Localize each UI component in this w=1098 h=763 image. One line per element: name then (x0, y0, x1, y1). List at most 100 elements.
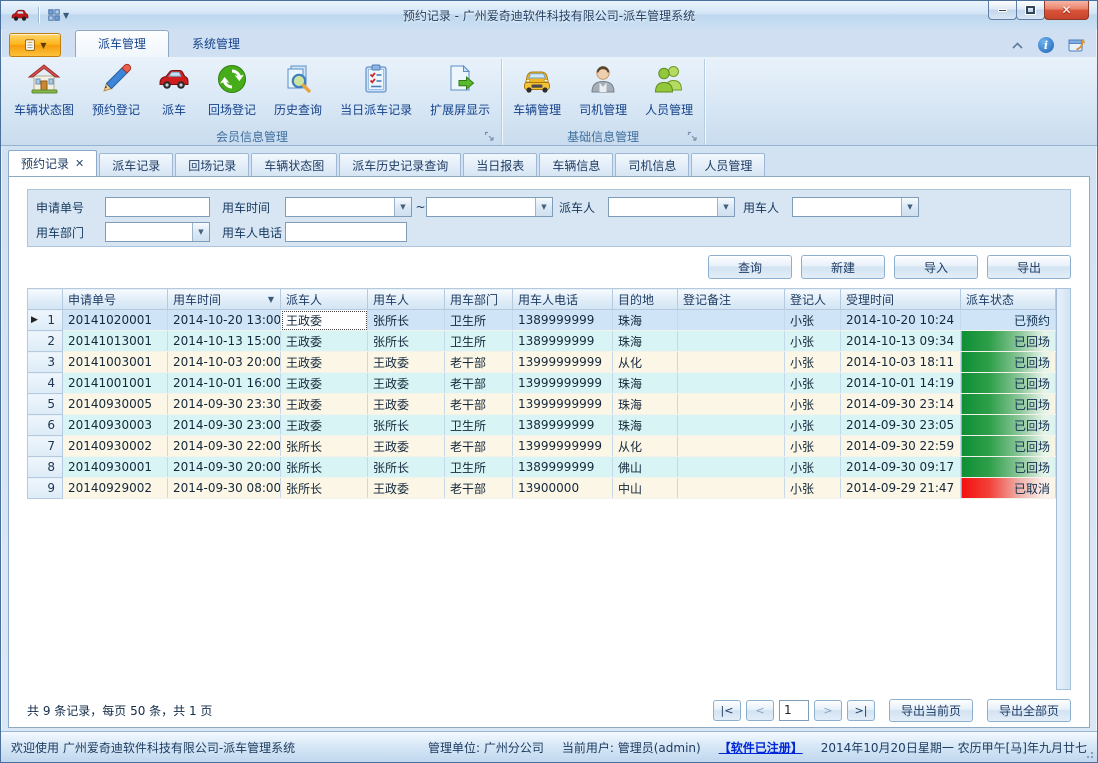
document-tab[interactable]: 回场记录 (175, 153, 249, 176)
page-number-input[interactable] (779, 700, 809, 721)
table-cell[interactable] (678, 394, 785, 415)
table-cell[interactable]: 王政委 (368, 478, 445, 499)
table-cell[interactable]: 张所长 (368, 415, 445, 436)
table-cell[interactable]: 2014-09-30 23:05 (841, 415, 961, 436)
table-cell[interactable]: 1389999999 (513, 457, 613, 478)
quick-access-toolbar-button[interactable]: ▼ (44, 7, 72, 23)
table-cell[interactable]: 2014-09-30 09:17 (841, 457, 961, 478)
ribbon-button[interactable]: 回场登记 (199, 59, 265, 120)
export-all-pages-button[interactable]: 导出全部页 (987, 699, 1071, 722)
table-cell[interactable]: 卫生所 (445, 457, 513, 478)
apply-no-input[interactable] (105, 197, 210, 217)
minimize-button[interactable] (988, 1, 1017, 20)
column-header[interactable]: 受理时间 (841, 289, 961, 310)
table-cell[interactable]: 2014-09-30 23:00 (168, 415, 281, 436)
export-current-page-button[interactable]: 导出当前页 (889, 699, 973, 722)
table-cell[interactable]: 2014-09-30 22:59 (841, 436, 961, 457)
ribbon-button[interactable]: 车辆管理 (504, 59, 570, 120)
table-cell[interactable] (678, 373, 785, 394)
chevron-down-icon[interactable]: ▼ (717, 198, 734, 216)
table-row[interactable]: ▶1201410200012014-10-20 13:00王政委张所长卫生所13… (28, 310, 1056, 331)
phone-input[interactable] (285, 222, 407, 242)
row-indicator-cell[interactable]: 7 (28, 436, 63, 457)
dialog-launcher-icon[interactable] (687, 131, 698, 142)
table-cell[interactable]: 1389999999 (513, 331, 613, 352)
vertical-scrollbar[interactable] (1056, 288, 1071, 690)
close-button[interactable]: ✕ (1044, 1, 1089, 20)
document-tab[interactable]: 司机信息 (615, 153, 689, 176)
document-tab[interactable]: 预约记录✕ (8, 150, 97, 176)
table-cell[interactable]: 卫生所 (445, 310, 513, 331)
previous-page-button[interactable]: < (746, 700, 774, 721)
table-cell[interactable]: 王政委 (368, 394, 445, 415)
ribbon-button[interactable]: 车辆状态图 (5, 59, 83, 120)
tab-close-icon[interactable]: ✕ (75, 157, 84, 170)
table-cell[interactable]: 20140930002 (63, 436, 168, 457)
table-cell[interactable]: 20140929002 (63, 478, 168, 499)
use-time-from-input[interactable] (286, 198, 394, 216)
column-header[interactable]: 用车人电话 (513, 289, 613, 310)
table-cell[interactable]: 小张 (785, 310, 841, 331)
maximize-button[interactable] (1016, 1, 1045, 20)
table-cell[interactable]: 1389999999 (513, 415, 613, 436)
new-button[interactable]: 新建 (801, 255, 885, 279)
ribbon-button[interactable]: 预约登记 (83, 59, 149, 120)
table-cell[interactable]: 2014-10-20 13:00 (168, 310, 281, 331)
table-cell[interactable]: 13999999999 (513, 373, 613, 394)
table-row[interactable]: 6201409300032014-09-30 23:00王政委张所长卫生所138… (28, 415, 1056, 436)
car-user-input[interactable] (793, 198, 901, 216)
table-cell[interactable]: 王政委 (368, 373, 445, 394)
table-cell[interactable]: 20141013001 (63, 331, 168, 352)
use-time-to-combo[interactable]: ▼ (426, 197, 553, 217)
table-cell[interactable]: 卫生所 (445, 415, 513, 436)
table-cell[interactable]: 张所长 (281, 436, 368, 457)
table-cell[interactable]: 老干部 (445, 373, 513, 394)
table-cell[interactable]: 2014-10-03 20:00 (168, 352, 281, 373)
table-row[interactable]: 9201409290022014-09-30 08:00张所长王政委老干部139… (28, 478, 1056, 499)
table-cell[interactable]: 王政委 (281, 352, 368, 373)
table-cell[interactable]: 2014-10-01 16:00 (168, 373, 281, 394)
chevron-down-icon[interactable]: ▼ (192, 223, 209, 241)
table-cell[interactable]: 张所长 (368, 331, 445, 352)
table-cell[interactable]: 张所长 (368, 310, 445, 331)
table-cell[interactable]: 13999999999 (513, 436, 613, 457)
table-cell[interactable]: 20140930001 (63, 457, 168, 478)
table-cell[interactable]: 小张 (785, 478, 841, 499)
row-indicator-cell[interactable]: 3 (28, 352, 63, 373)
table-cell[interactable]: 13999999999 (513, 352, 613, 373)
table-cell[interactable]: 中山 (613, 478, 678, 499)
table-cell[interactable]: 老干部 (445, 352, 513, 373)
ribbon-button[interactable]: 扩展屏显示 (421, 59, 499, 120)
table-cell[interactable]: 王政委 (281, 415, 368, 436)
chevron-down-icon[interactable]: ▼ (394, 198, 411, 216)
ribbon-tab[interactable]: 派车管理 (75, 30, 169, 57)
column-header[interactable]: 登记人 (785, 289, 841, 310)
table-cell[interactable] (678, 436, 785, 457)
table-row[interactable]: 2201410130012014-10-13 15:00王政委张所长卫生所138… (28, 331, 1056, 352)
dispatcher-combo[interactable]: ▼ (608, 197, 735, 217)
column-header[interactable]: 目的地 (613, 289, 678, 310)
ribbon-tab[interactable]: 系统管理 (169, 30, 263, 57)
table-cell[interactable]: 珠海 (613, 331, 678, 352)
table-cell[interactable] (678, 457, 785, 478)
table-cell[interactable]: 2014-09-29 21:47 (841, 478, 961, 499)
table-cell[interactable]: 小张 (785, 394, 841, 415)
table-cell[interactable]: 老干部 (445, 394, 513, 415)
table-row[interactable]: 8201409300012014-09-30 20:00张所长张所长卫生所138… (28, 457, 1056, 478)
column-header[interactable]: 申请单号 (63, 289, 168, 310)
next-page-button[interactable]: > (814, 700, 842, 721)
use-time-from-combo[interactable]: ▼ (285, 197, 412, 217)
table-cell[interactable]: 王政委 (281, 310, 368, 331)
license-status-link[interactable]: 【软件已注册】 (719, 739, 803, 756)
dept-combo[interactable]: ▼ (105, 222, 210, 242)
ribbon-button[interactable]: 司机管理 (570, 59, 636, 120)
collapse-ribbon-icon[interactable] (1011, 41, 1024, 50)
table-cell[interactable]: 20141020001 (63, 310, 168, 331)
table-cell[interactable]: 王政委 (281, 331, 368, 352)
table-row[interactable]: 3201410030012014-10-03 20:00王政委王政委老干部139… (28, 352, 1056, 373)
table-cell[interactable]: 2014-10-01 14:19 (841, 373, 961, 394)
table-cell[interactable]: 珠海 (613, 415, 678, 436)
ribbon-button[interactable]: 历史查询 (265, 59, 331, 120)
table-cell[interactable]: 2014-10-13 09:34 (841, 331, 961, 352)
table-cell[interactable] (678, 331, 785, 352)
